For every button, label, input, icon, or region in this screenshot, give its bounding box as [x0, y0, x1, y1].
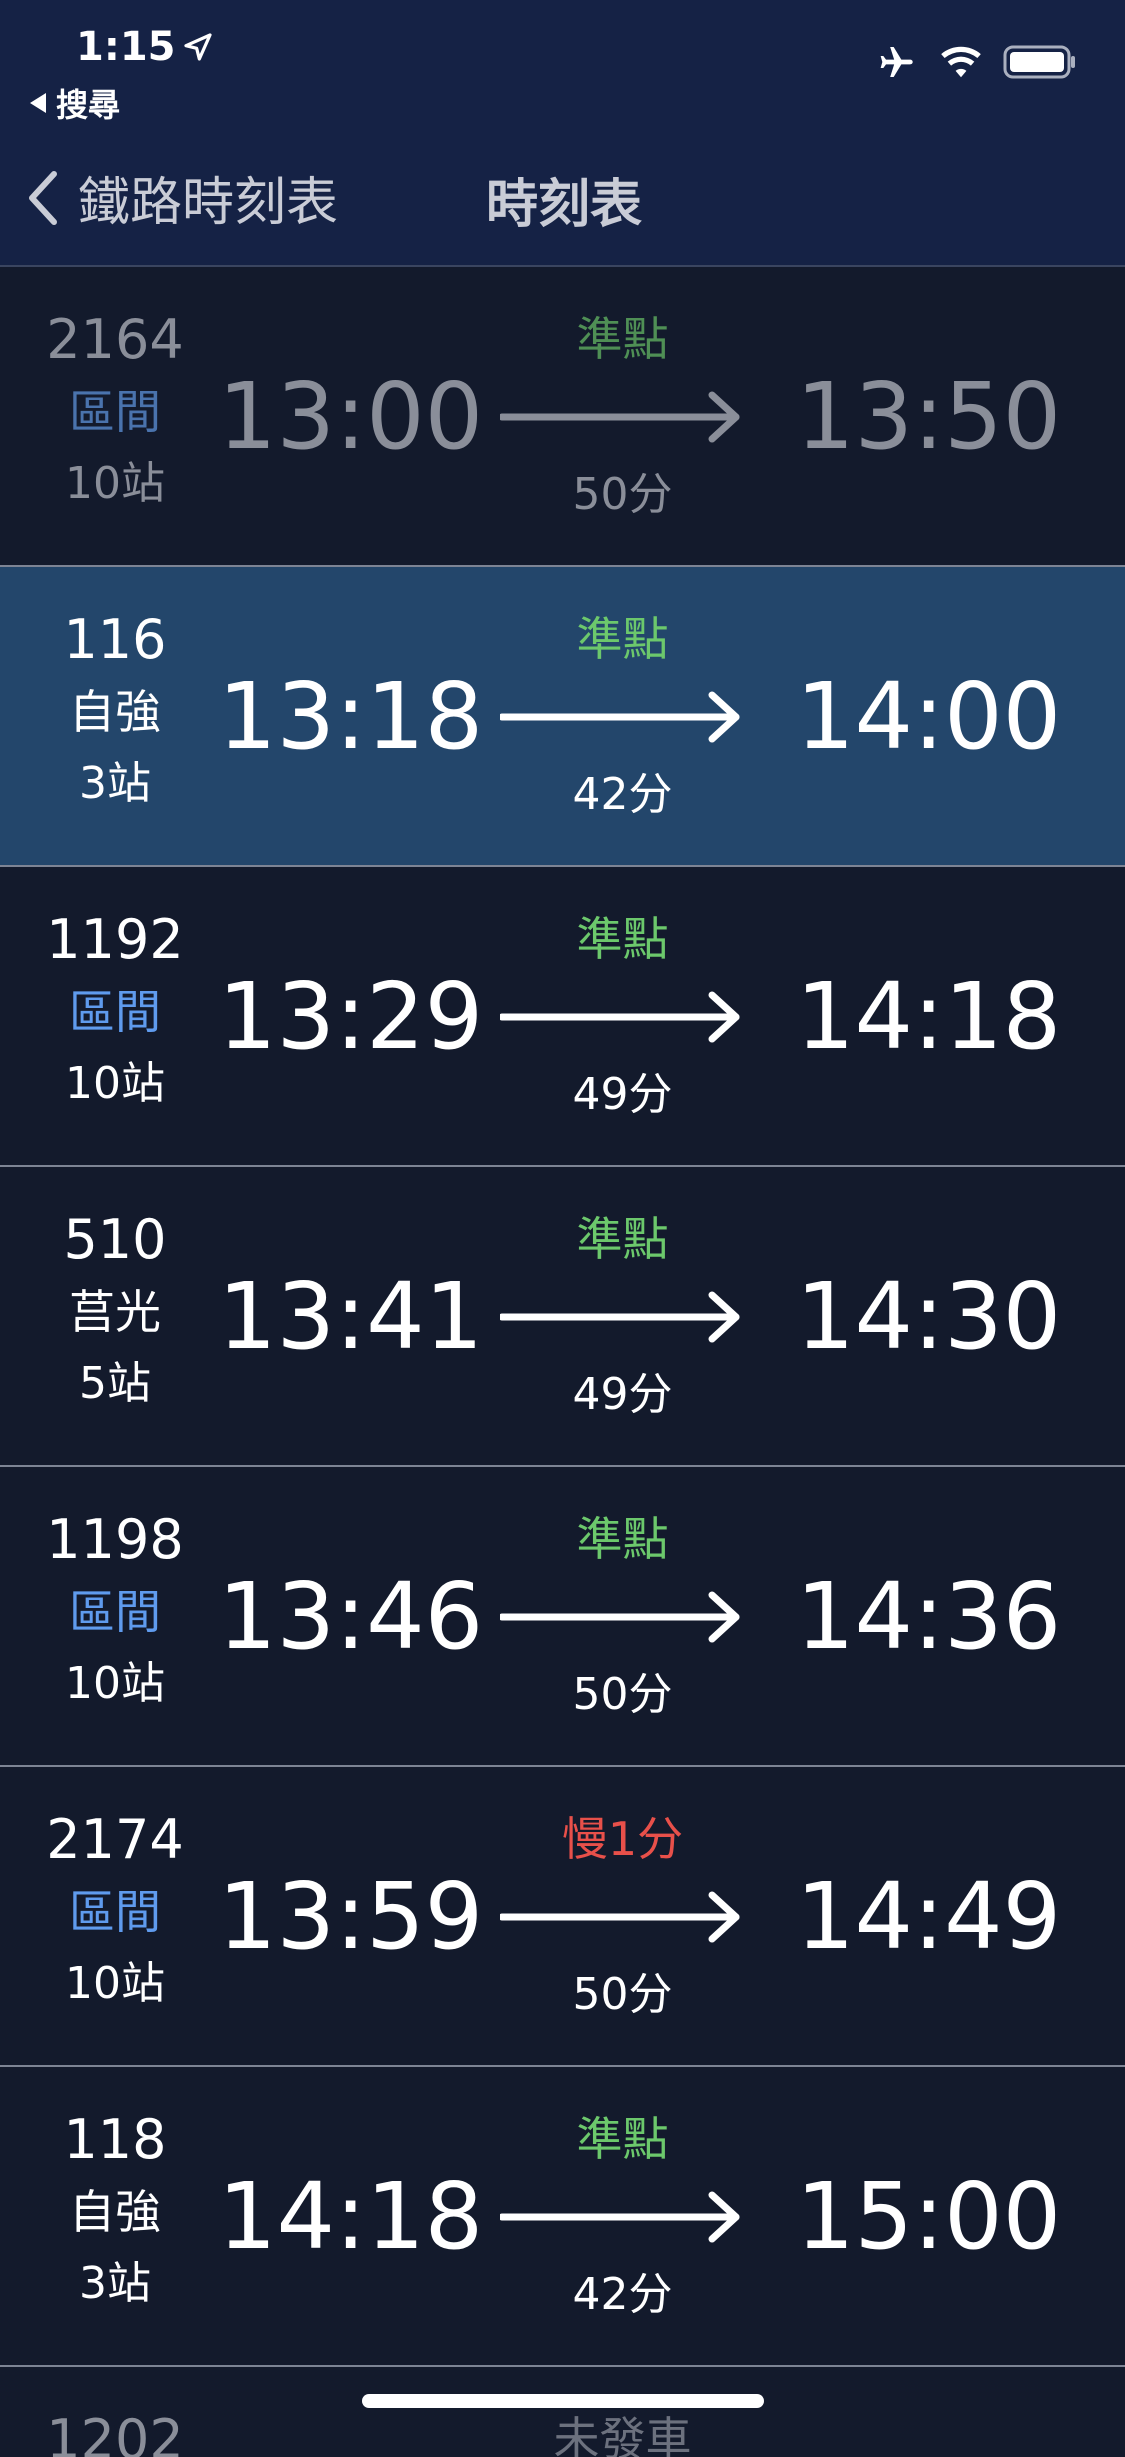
train-info: 2174 區間 10站: [0, 1805, 230, 2019]
nav-back-label: 鐵路時刻表: [78, 173, 339, 233]
right-arrow-icon: [500, 991, 740, 1043]
train-type: 區間: [69, 385, 161, 439]
right-arrow-icon: [500, 691, 740, 743]
train-type: 自強: [69, 2185, 161, 2239]
train-row[interactable]: 2174 區間 10站 13:59 慢1分 50分 14:49: [0, 1767, 1125, 2067]
stop-count: 10站: [65, 1958, 165, 2009]
train-number: 118: [63, 2108, 167, 2171]
train-number: 510: [63, 1208, 167, 1271]
train-type: 區間: [69, 1885, 161, 1939]
train-number: 1198: [46, 1508, 184, 1571]
punctuality-status: 準點: [576, 1212, 669, 1266]
train-info: 1202: [0, 2405, 230, 2457]
train-info: 1192 區間 10站: [0, 905, 230, 1119]
departure-time: 13:46: [218, 1563, 484, 1670]
battery-icon: [1003, 45, 1075, 79]
timetable-list: 2164 區間 10站 13:00 準點 50分 13:50 116 自強 3站…: [0, 267, 1125, 2457]
return-to-app[interactable]: 搜尋: [30, 80, 120, 126]
nav-back-button[interactable]: 鐵路時刻表: [24, 160, 338, 235]
wifi-icon: [941, 46, 981, 78]
clock-text: 1:15: [76, 24, 176, 70]
departure-time: 13:59: [218, 1863, 484, 1970]
departure-time: 13:41: [218, 1263, 484, 1370]
travel-duration: 50分: [572, 1969, 673, 2020]
train-row[interactable]: 1198 區間 10站 13:46 準點 50分 14:36: [0, 1467, 1125, 1767]
airplane-icon: [880, 47, 913, 77]
stop-count: 10站: [65, 458, 165, 509]
status-bar-time: 1:15: [76, 22, 214, 72]
train-number: 1192: [46, 908, 184, 971]
home-indicator[interactable]: [362, 2394, 764, 2408]
delay-status: 慢1分: [561, 1812, 684, 1866]
stop-count: 10站: [65, 1658, 165, 1709]
train-row[interactable]: 116 自強 3站 13:18 準點 42分 14:00: [0, 567, 1125, 867]
arrival-time: 14:00: [796, 663, 1062, 770]
header: 1:15 搜尋 鐵路時刻表 時刻表: [0, 0, 1125, 267]
train-row[interactable]: 118 自強 3站 14:18 準點 42分 15:00: [0, 2067, 1125, 2367]
travel-duration: 42分: [572, 2269, 673, 2320]
arrival-time: 14:49: [796, 1863, 1062, 1970]
stop-count: 3站: [79, 2258, 151, 2309]
train-row[interactable]: 510 莒光 5站 13:41 準點 49分 14:30: [0, 1167, 1125, 1467]
arrival-time: 14:18: [796, 963, 1062, 1070]
travel-duration: 49分: [572, 1069, 673, 1120]
train-row[interactable]: 1192 區間 10站 13:29 準點 49分 14:18: [0, 867, 1125, 1167]
right-arrow-icon: [500, 2191, 740, 2243]
train-row[interactable]: 1202 未發車: [0, 2367, 1125, 2457]
arrival-time: 14:36: [796, 1563, 1062, 1670]
departure-time: 13:29: [218, 963, 484, 1070]
train-number: 1202: [46, 2408, 184, 2457]
train-type: 區間: [69, 1585, 161, 1639]
train-type: 區間: [69, 985, 161, 1039]
train-info: 118 自強 3站: [0, 2105, 230, 2319]
arrival-time: 14:30: [796, 1263, 1062, 1370]
train-number: 2174: [46, 1808, 184, 1871]
train-info: 116 自強 3站: [0, 605, 230, 819]
departure-time: 13:00: [218, 363, 484, 470]
train-row[interactable]: 2164 區間 10站 13:00 準點 50分 13:50: [0, 267, 1125, 567]
train-info: 2164 區間 10站: [0, 305, 230, 519]
location-arrow-icon: [183, 33, 212, 61]
stop-count: 5站: [79, 1358, 151, 1409]
right-arrow-icon: [500, 391, 740, 443]
train-type: 自強: [69, 685, 161, 739]
page-title: 時刻表: [486, 175, 643, 235]
arrival-time: 15:00: [796, 2163, 1062, 2270]
right-arrow-icon: [500, 1591, 740, 1643]
chevron-left-icon: [29, 170, 57, 225]
travel-duration: 50分: [572, 469, 673, 520]
back-triangle-icon: [30, 93, 46, 113]
travel-duration: 50分: [572, 1669, 673, 1720]
departure-time: 13:18: [218, 663, 484, 770]
departure-time: 14:18: [218, 2163, 484, 2270]
right-arrow-icon: [500, 1291, 740, 1343]
right-arrow-icon: [500, 1891, 740, 1943]
return-app-label: 搜尋: [56, 86, 121, 124]
train-info: 1198 區間 10站: [0, 1505, 230, 1719]
status-icons: [873, 42, 1077, 82]
arrival-time: 13:50: [796, 363, 1062, 470]
travel-duration: 49分: [572, 1369, 673, 1420]
train-type: 莒光: [69, 1285, 161, 1339]
train-info: 510 莒光 5站: [0, 1205, 230, 1419]
punctuality-status: 準點: [576, 612, 669, 666]
stop-count: 3站: [79, 758, 151, 809]
punctuality-status: 準點: [576, 912, 669, 966]
travel-duration: 42分: [572, 769, 673, 820]
punctuality-status: 準點: [576, 312, 669, 366]
punctuality-status: 準點: [576, 1512, 669, 1566]
punctuality-status: 準點: [576, 2112, 669, 2166]
train-number: 2164: [46, 308, 184, 371]
train-number: 116: [63, 608, 167, 671]
stop-count: 10站: [65, 1058, 165, 1109]
departure-status: 未發車: [553, 2412, 692, 2457]
